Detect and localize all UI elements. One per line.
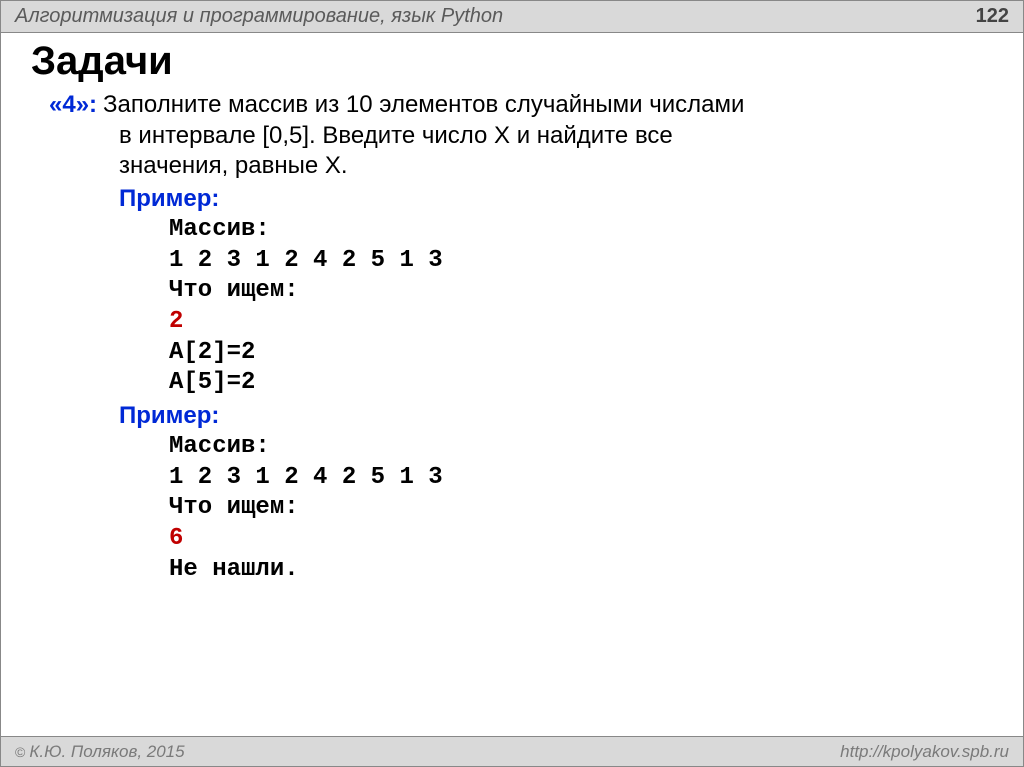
page-number: 122 [976, 5, 1009, 28]
slide-header: Алгоритмизация и программирование, язык … [1, 1, 1023, 33]
example-label-1: Пример: [119, 184, 993, 215]
example2-array-values: 1 2 3 1 2 4 2 5 1 3 [169, 463, 993, 494]
example1-array-label: Массив: [169, 215, 993, 246]
footer-copyright: © К.Ю. Поляков, 2015 [15, 742, 185, 762]
example-label-2: Пример: [119, 401, 993, 432]
example1-result-1: A[2]=2 [169, 338, 993, 369]
slide: Алгоритмизация и программирование, язык … [0, 0, 1024, 767]
slide-footer: © К.Ю. Поляков, 2015 http://kpolyakov.sp… [1, 736, 1023, 766]
example1-search-value-text: 2 [169, 308, 183, 335]
task-text-line1: Заполните массив из 10 элементов случайн… [103, 90, 744, 121]
footer-url: http://kpolyakov.spb.ru [840, 742, 1009, 762]
example2-search-value: 6 [169, 524, 993, 555]
example1-array-values: 1 2 3 1 2 4 2 5 1 3 [169, 246, 993, 277]
example2-array-label: Массив: [169, 432, 993, 463]
task-text-line3: значения, равные X. [119, 151, 993, 182]
example1-result-2: A[5]=2 [169, 368, 993, 399]
grade-label: «4»: [49, 90, 97, 121]
example2-search-value-text: 6 [169, 525, 183, 552]
footer-copyright-text: К.Ю. Поляков, 2015 [29, 742, 184, 762]
header-title: Алгоритмизация и программирование, язык … [15, 5, 503, 28]
slide-content: «4»: Заполните массив из 10 элементов сл… [1, 84, 1023, 736]
example1-search-label: Что ищем: [169, 276, 993, 307]
slide-title: Задачи [1, 33, 1023, 84]
example2-result: Не нашли. [169, 555, 993, 586]
copyright-icon: © [15, 744, 25, 760]
example2-search-label: Что ищем: [169, 493, 993, 524]
example1-search-value: 2 [169, 307, 993, 338]
task-text-line2: в интервале [0,5]. Введите число X и най… [119, 121, 993, 152]
task-first-line: «4»: Заполните массив из 10 элементов сл… [49, 90, 993, 121]
